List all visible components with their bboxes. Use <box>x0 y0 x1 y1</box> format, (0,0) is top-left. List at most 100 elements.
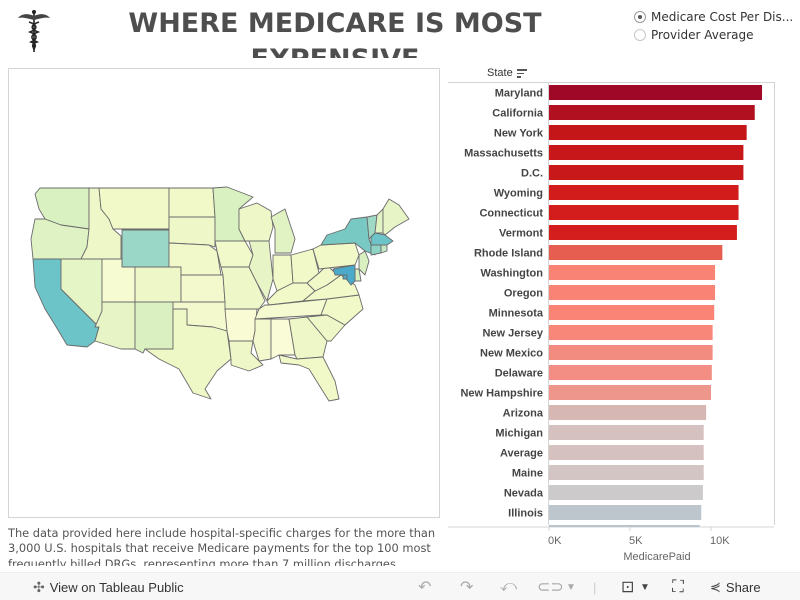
state-rhodeisland[interactable] <box>380 244 388 254</box>
bar-dc[interactable] <box>549 165 744 180</box>
state-wyoming[interactable] <box>121 229 170 268</box>
category-label: Connecticut <box>479 208 543 220</box>
undo-icon[interactable]: ↶ <box>418 573 431 600</box>
bar-maryland[interactable] <box>549 85 763 100</box>
category-label: Maryland <box>495 88 543 100</box>
category-label: Maine <box>512 468 543 480</box>
caduceus-icon <box>18 10 50 52</box>
us-choropleth-map[interactable] <box>9 69 441 519</box>
state-newjersey[interactable] <box>358 250 370 276</box>
category-label: Massachusetts <box>464 148 543 160</box>
view-on-tableau-link[interactable]: ✣ View on Tableau Public <box>33 573 184 600</box>
radio-provider-average[interactable]: Provider Average <box>634 26 800 44</box>
state-maine[interactable] <box>382 198 410 236</box>
category-label: Washington <box>480 268 543 280</box>
state-connecticut[interactable] <box>370 244 382 256</box>
state-florida[interactable] <box>278 354 340 402</box>
category-label: D.C. <box>521 168 543 180</box>
state-iowa[interactable] <box>214 240 254 268</box>
share-button[interactable]: ⋞ Share <box>710 573 761 600</box>
bar-maine[interactable] <box>549 465 704 480</box>
bar-wyoming[interactable] <box>549 185 739 200</box>
state-column-header[interactable]: State <box>487 67 527 79</box>
download-icon[interactable]: ⊡ <box>621 573 634 600</box>
state-delaware[interactable] <box>354 268 362 282</box>
category-label: Average <box>500 448 543 460</box>
state-dc[interactable] <box>342 274 348 280</box>
bar-california[interactable] <box>549 105 755 120</box>
category-label: Delaware <box>495 368 543 380</box>
state-southdakota[interactable] <box>168 216 216 248</box>
view-on-tableau-label: View on Tableau Public <box>49 579 184 595</box>
bar-michigan[interactable] <box>549 425 704 440</box>
fullscreen-icon[interactable]: ⛶ <box>672 573 684 600</box>
bar-next-partial <box>549 525 700 527</box>
bar-newmexico[interactable] <box>549 345 713 360</box>
state-kansas[interactable] <box>180 274 226 303</box>
toolbar-divider: | <box>593 579 597 595</box>
category-label: Rhode Island <box>474 248 543 260</box>
share-icon: ⋞ <box>710 579 721 594</box>
bar-massachusetts[interactable] <box>549 145 744 160</box>
bar-delaware[interactable] <box>549 365 712 380</box>
category-label: New York <box>494 128 544 140</box>
bar-rhodeisland[interactable] <box>549 245 723 260</box>
dashboard: WHERE MEDICARE IS MOST EXPENSIVE Medicar… <box>0 0 800 600</box>
bar-newhampshire[interactable] <box>549 385 711 400</box>
x-tick-label: 10K <box>710 535 730 547</box>
refresh-icon[interactable]: ⊂⊃ <box>537 573 564 600</box>
bar-washington[interactable] <box>549 265 716 280</box>
redo-icon[interactable]: ↷ <box>460 573 473 600</box>
tableau-toolbar: ✣ View on Tableau Public ↶ ↷ ⤺ ⊂⊃ ▼ | ⊡ … <box>0 572 800 600</box>
us-map-panel[interactable] <box>8 68 440 518</box>
category-label: Oregon <box>504 288 543 300</box>
bar-arizona[interactable] <box>549 405 707 420</box>
category-label: New Hampshire <box>460 388 543 400</box>
radio-selected-icon[interactable] <box>634 11 646 23</box>
bar-vermont[interactable] <box>549 225 737 240</box>
bar-nevada[interactable] <box>549 485 703 500</box>
category-label: New Jersey <box>482 328 543 340</box>
category-label: California <box>492 108 544 120</box>
state-michigan[interactable] <box>270 208 296 254</box>
state-wisconsin[interactable] <box>238 202 274 242</box>
x-tick-label: 5K <box>629 535 643 547</box>
category-label: New Mexico <box>480 348 543 360</box>
radio-unselected-icon[interactable] <box>634 29 646 41</box>
category-label: Minnesota <box>489 308 544 320</box>
bar-chart: State Maryland California New York Massachu… <box>440 60 800 570</box>
state-header-label: State <box>487 67 513 79</box>
radio-label: Provider Average <box>651 28 754 42</box>
bar-oregon[interactable] <box>549 285 716 300</box>
category-label: Michigan <box>495 428 543 440</box>
refresh-dropdown-icon[interactable]: ▼ <box>566 573 576 600</box>
category-label: Nevada <box>504 488 544 500</box>
state-northdakota[interactable] <box>168 187 216 218</box>
state-massachusetts[interactable] <box>370 232 394 246</box>
radio-label: Medicare Cost Per Dis... <box>651 10 794 24</box>
revert-icon[interactable]: ⤺ <box>500 573 517 600</box>
bar-newjersey[interactable] <box>549 325 713 340</box>
sort-descending-icon[interactable] <box>516 68 527 78</box>
share-label: Share <box>725 579 761 595</box>
state-colorado[interactable] <box>134 266 182 303</box>
x-tick-label: 0K <box>548 535 562 547</box>
download-dropdown-icon[interactable]: ▼ <box>640 573 650 600</box>
bar-illinois[interactable] <box>549 505 702 520</box>
category-label: Arizona <box>503 408 544 420</box>
category-label: Illinois <box>508 508 543 520</box>
radio-medicare-cost[interactable]: Medicare Cost Per Dis... <box>634 8 800 26</box>
state-arkansas[interactable] <box>224 308 258 342</box>
bar-minnesota[interactable] <box>549 305 715 320</box>
x-axis-title: MedicarePaid <box>623 551 690 563</box>
tableau-logo-icon: ✣ <box>33 578 45 595</box>
bar-average[interactable] <box>549 445 704 460</box>
bar-connecticut[interactable] <box>549 205 739 220</box>
dashboard-title: WHERE MEDICARE IS MOST EXPENSIVE <box>128 8 542 58</box>
state-newhampshire[interactable] <box>374 208 384 234</box>
bar-newyork[interactable] <box>549 125 747 140</box>
category-label: Wyoming <box>494 188 543 200</box>
description-text: The data provided here include hospital-… <box>8 526 436 566</box>
state-mississippi[interactable] <box>252 318 272 362</box>
state-newmexico[interactable] <box>134 301 174 354</box>
